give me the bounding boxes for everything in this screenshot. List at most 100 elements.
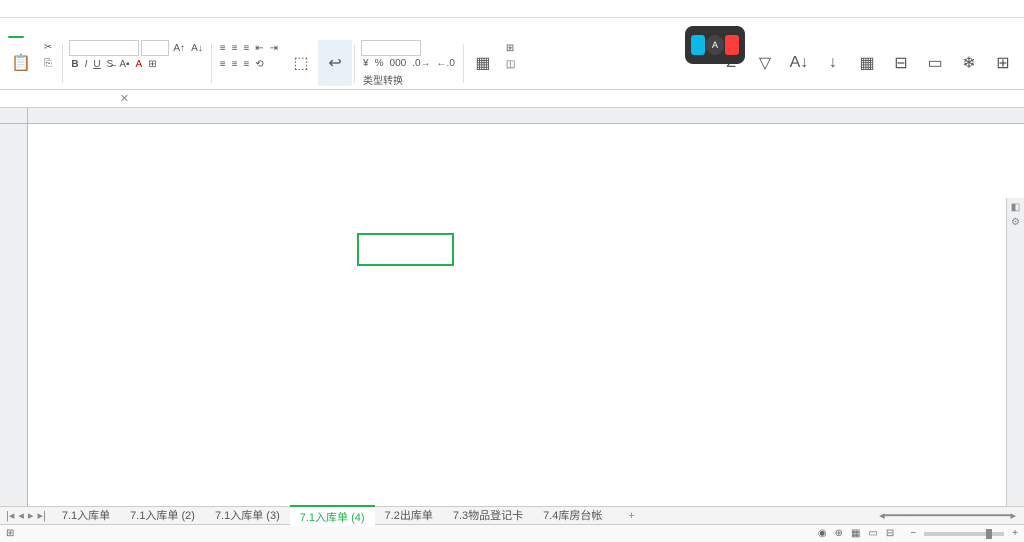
type-convert-button[interactable]: 类型转换 [361,72,405,87]
qa-icon-2[interactable] [50,2,64,16]
font-size-input[interactable] [141,40,169,56]
status-mode-icon[interactable]: ⊞ [6,528,14,539]
sheet-nav-first-icon[interactable]: |◂ [6,509,14,522]
ttools-button[interactable]: ⊞ [986,40,1020,86]
sheet-tab-4[interactable]: 7.2出库单 [375,505,443,527]
ttools-icon: ⊞ [996,53,1009,73]
sheet-tab-6[interactable]: 7.4库房台帐 [533,505,612,527]
table-style-button[interactable]: ⊞ [504,43,518,54]
cell-style-button[interactable]: ◫ [504,59,519,70]
italic-button[interactable]: I [83,59,90,70]
ribbon: 📋 ✂ ⎘ A↑ A↓ B I U S̶ A▪ A ⊞ ≡ ≡ ≡ ⇤ [0,38,1024,90]
align-right-icon[interactable]: ≡ [241,59,251,70]
status-bar: ⊞ ◉ ⊕ ▦ ▭ ⊟ − + [0,524,1024,542]
font-color-button[interactable]: A [134,59,145,70]
sheet-nav-prev-icon[interactable]: ◂ [18,509,24,522]
dec-dec-icon[interactable]: ←.0 [435,58,457,69]
formula-bar: ✕ [0,90,1024,108]
add-sheet-button[interactable]: + [620,510,642,522]
undo-icon[interactable] [110,2,124,16]
dec-inc-icon[interactable]: .0→ [410,58,432,69]
column-headers[interactable] [0,108,1024,124]
sort-button[interactable]: A↓ [782,40,816,86]
sheet-icon: ▭ [927,53,942,73]
freeze-icon: ❄ [962,53,975,73]
sheet-tab-1[interactable]: 7.1入库单 (2) [120,505,205,527]
sheet-tabs: |◂ ◂ ▸ ▸| 7.1入库单7.1入库单 (2)7.1入库单 (3)7.1入… [0,506,1024,524]
indent-dec-icon[interactable]: ⇤ [253,43,265,54]
strike-button[interactable]: S̶ [105,59,116,70]
cell-button[interactable]: ▦ [850,40,884,86]
redo-icon[interactable] [130,2,144,16]
align-bot-icon[interactable]: ≡ [241,43,251,54]
freeze-button[interactable]: ❄ [952,40,986,86]
dec-font-icon[interactable]: A↓ [189,43,205,54]
merge-button[interactable]: ⬚ [284,40,318,86]
sheet-nav-next-icon[interactable]: ▸ [28,509,34,522]
border-button[interactable]: ⊞ [146,59,158,70]
fill-color-button[interactable]: A▪ [117,59,131,70]
cut-button[interactable]: ✂ [42,42,56,53]
zoom-out-icon[interactable]: − [910,528,916,539]
indent-inc-icon[interactable]: ⇥ [268,43,280,54]
view-break-icon[interactable]: ⊟ [886,528,894,539]
align-left-icon[interactable]: ≡ [218,59,228,70]
align-center-icon[interactable]: ≡ [230,59,240,70]
qa-icon-1[interactable] [30,2,44,16]
view-normal-icon[interactable]: ▦ [851,528,860,539]
joycon-right-icon [725,35,739,55]
joycon-overlay: A [685,26,745,64]
menubar [0,18,1024,38]
cond-format-button[interactable]: ▦ [466,40,500,86]
sidebar-icon-1[interactable]: ◧ [1011,202,1020,213]
copy-button[interactable]: ⎘ [42,58,56,69]
qa-icon-3[interactable] [70,2,84,16]
select-all-corner[interactable] [0,108,28,123]
underline-button[interactable]: U [91,59,102,70]
fill-button[interactable]: ↓ [816,40,850,86]
row-headers[interactable] [0,124,28,506]
titlebar [0,0,1024,18]
fx-cancel-icon[interactable]: ✕ [120,92,129,105]
view-layout-icon[interactable]: ▭ [868,528,877,539]
view-icon-1[interactable]: ◉ [818,528,827,539]
cells-area[interactable] [28,124,1024,506]
align-top-icon[interactable]: ≡ [218,43,228,54]
cell-icon: ▦ [859,53,874,73]
percent-icon[interactable]: % [373,58,386,69]
rowcol-icon: ⊟ [894,53,907,73]
paste-button[interactable]: 📋 [4,40,38,86]
sort-icon: A↓ [790,53,809,73]
merge-icon: ⬚ [293,53,308,73]
inc-font-icon[interactable]: A↑ [171,43,187,54]
sheet-tab-5[interactable]: 7.3物品登记卡 [443,505,533,527]
align-mid-icon[interactable]: ≡ [230,43,240,54]
grid[interactable]: ◧ ⚙ [0,108,1024,506]
bold-button[interactable]: B [69,59,80,70]
qa-more-icon[interactable] [150,2,164,16]
sheet-nav-last-icon[interactable]: ▸| [37,509,45,522]
rowcol-button[interactable]: ⊟ [884,40,918,86]
joycon-mid-icon: A [706,35,724,55]
comma-icon[interactable]: 000 [388,58,409,69]
wrap-button[interactable]: ↩ [318,40,352,86]
zoom-in-icon[interactable]: + [1012,528,1018,539]
menu-icon[interactable] [4,2,18,16]
view-icon-2[interactable]: ⊕ [835,528,843,539]
wrap-icon: ↩ [328,53,341,73]
font-name-input[interactable] [69,40,139,56]
sheet-button[interactable]: ▭ [918,40,952,86]
sheet-scroll[interactable]: ◂━━━━━━━━━━━━━━━━━━━▸ [871,509,1024,522]
sheet-tab-0[interactable]: 7.1入库单 [52,505,120,527]
sheet-tab-2[interactable]: 7.1入库单 (3) [205,505,290,527]
sidebar-icon-2[interactable]: ⚙ [1011,217,1020,228]
number-format-select[interactable] [361,40,421,56]
qa-icon-4[interactable] [90,2,104,16]
currency-icon[interactable]: ¥ [361,58,371,69]
orient-icon[interactable]: ⟲ [253,59,265,70]
filter-button[interactable]: ▽ [748,40,782,86]
fill-icon: ↓ [829,53,837,73]
sheet-tab-3[interactable]: 7.1入库单 (4) [290,505,375,527]
joycon-left-icon [691,35,705,55]
right-sidebar[interactable]: ◧ ⚙ [1006,198,1024,506]
